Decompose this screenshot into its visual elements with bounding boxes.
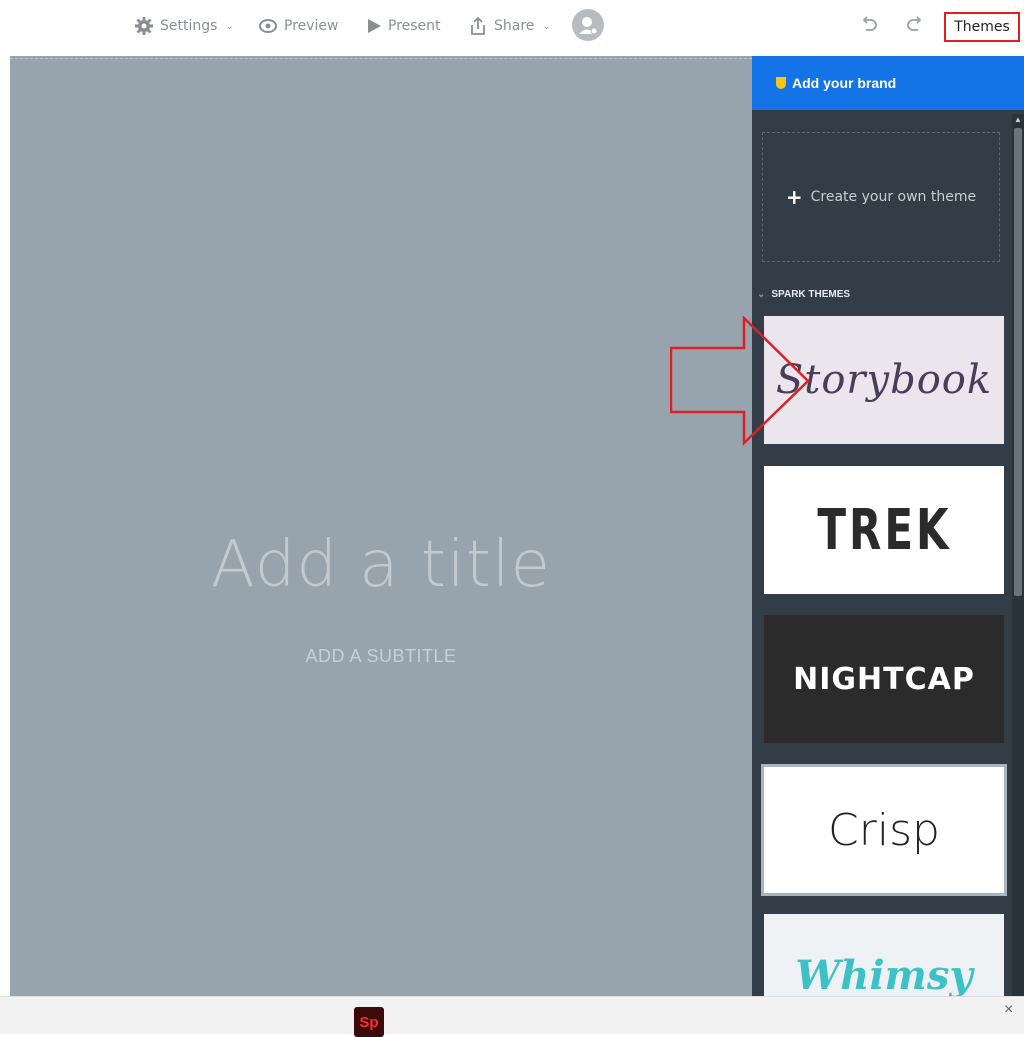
theme-name: NIGHTCAP (793, 661, 975, 697)
scrollbar-thumb[interactable] (1014, 128, 1022, 596)
play-icon (368, 19, 381, 33)
theme-card-nightcap[interactable]: NIGHTCAP (764, 615, 1004, 743)
settings-label: Settings (160, 18, 218, 34)
chevron-down-icon: ⌄ (757, 289, 766, 300)
present-label: Present (388, 18, 441, 34)
spark-themes-header[interactable]: ⌄ SPARK THEMES (757, 289, 850, 300)
present-button[interactable]: Present (366, 14, 441, 38)
chevron-down-icon: ⌄ (542, 20, 551, 32)
redo-icon[interactable] (906, 14, 926, 39)
theme-name: Crisp (828, 804, 940, 856)
scroll-up-icon[interactable]: ▲ (1012, 114, 1024, 126)
undo-icon[interactable] (858, 14, 878, 39)
chevron-down-icon: ⌄ (225, 20, 234, 32)
settings-menu[interactable]: Settings ⌄ (134, 14, 234, 38)
close-icon[interactable]: × (1004, 1001, 1013, 1019)
themes-label: Themes (954, 19, 1010, 35)
gear-icon (135, 17, 153, 35)
section-label: SPARK THEMES (771, 289, 851, 300)
subtitle-placeholder[interactable]: ADD A SUBTITLE (10, 646, 752, 667)
title-placeholder[interactable]: Add a title (10, 528, 752, 602)
top-toolbar: Settings ⌄ Preview Present Share ⌄ Theme… (0, 0, 1024, 56)
panel-scrollbar[interactable]: ▲ (1012, 114, 1024, 996)
annotation-arrow (670, 316, 810, 446)
preview-label: Preview (284, 18, 339, 34)
theme-name: TREK (816, 497, 952, 563)
themes-panel: Add your brand + Create your own theme ⌄… (752, 56, 1024, 996)
add-brand-label: Add your brand (792, 75, 897, 91)
share-icon (471, 16, 485, 35)
theme-card-whimsy[interactable]: Whimsy (764, 914, 1004, 996)
theme-card-trek[interactable]: TREK (764, 466, 1004, 594)
plus-icon: + (785, 185, 803, 209)
avatar-icon[interactable] (572, 9, 604, 41)
add-brand-button[interactable]: Add your brand (752, 56, 1024, 110)
themes-button[interactable]: Themes (944, 12, 1020, 42)
canvas-divider (10, 58, 752, 60)
shield-icon (776, 77, 786, 89)
preview-button[interactable]: Preview (258, 14, 339, 38)
create-theme-label: Create your own theme (810, 189, 977, 205)
theme-card-crisp[interactable]: Crisp (761, 764, 1007, 896)
share-label: Share (494, 18, 535, 34)
eye-icon (259, 19, 277, 33)
bottom-notification-bar: Sp × (0, 996, 1024, 1037)
theme-name: Whimsy (795, 952, 973, 996)
slide-canvas[interactable]: Add a title ADD A SUBTITLE (10, 56, 752, 996)
create-theme-button[interactable]: + Create your own theme (762, 132, 1000, 262)
share-menu[interactable]: Share ⌄ (468, 14, 551, 38)
